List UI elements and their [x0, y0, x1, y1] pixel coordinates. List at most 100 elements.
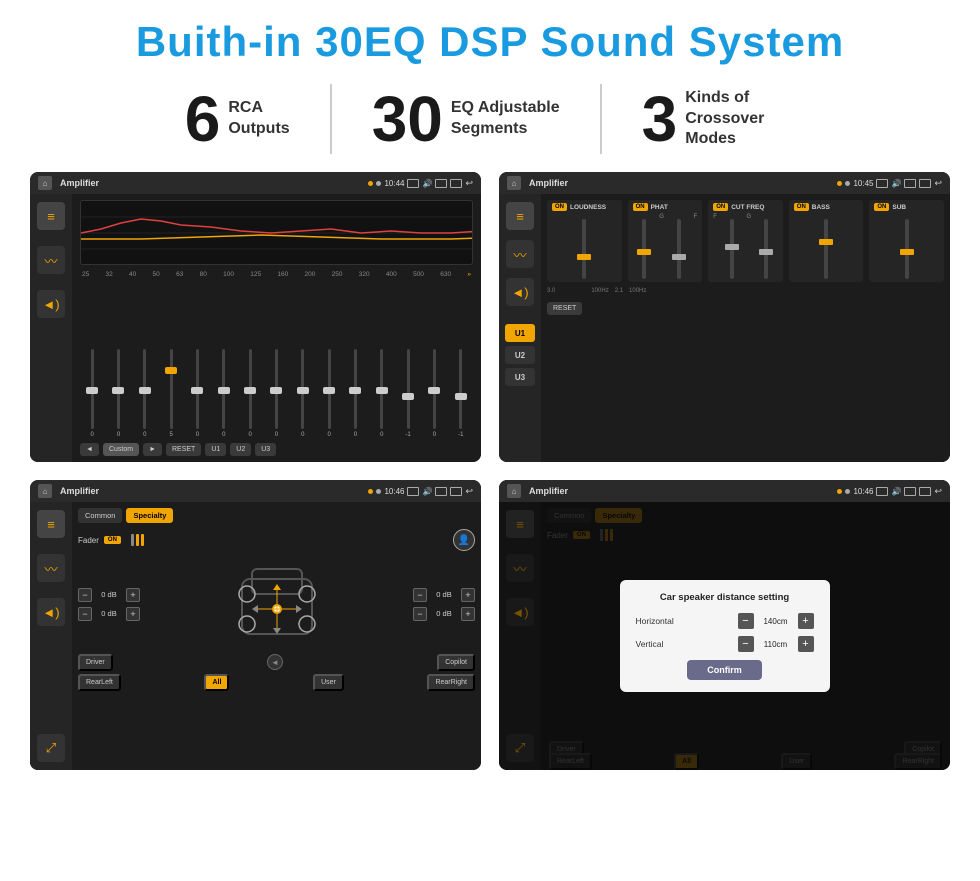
vol-row-tr: − 0 dB + [413, 588, 475, 602]
confirm-button[interactable]: Confirm [687, 660, 762, 680]
slider-thumb-2 [139, 387, 151, 394]
vol-minus-br[interactable]: − [413, 607, 427, 621]
vertical-plus-btn[interactable]: + [798, 636, 814, 652]
eq-slider-col-10[interactable]: 0 [343, 349, 367, 438]
home-icon-2[interactable]: ⌂ [507, 176, 521, 190]
window-icon-1 [450, 179, 462, 188]
eq-slider-col-7[interactable]: 0 [264, 349, 288, 438]
loudness-on-badge: ON [552, 203, 567, 211]
vol-val-br: 0 dB [430, 609, 458, 618]
loudness-header: ON LOUDNESS [552, 203, 617, 211]
back-icon-1[interactable]: ↩ [465, 178, 473, 189]
eq-slider-col-11[interactable]: 0 [370, 349, 394, 438]
home-icon-3[interactable]: ⌂ [38, 484, 52, 498]
eq-icon-3[interactable]: ≡ [37, 510, 65, 538]
u1-btn-1[interactable]: U1 [205, 443, 226, 456]
camera-icon-3 [407, 487, 419, 496]
speaker-icon-3[interactable]: ◄) [37, 598, 65, 626]
eq-slider-col-9[interactable]: 0 [317, 349, 341, 438]
speaker-icon[interactable]: ◄) [37, 290, 65, 318]
fader-controls: − 0 dB + − 0 dB + [78, 559, 475, 649]
vol-plus-br[interactable]: + [461, 607, 475, 621]
home-icon-1[interactable]: ⌂ [38, 176, 52, 190]
phat-slider2[interactable] [677, 219, 681, 279]
screen1-body: ≡ 〰 ◄) [30, 194, 481, 462]
loudness-slider[interactable] [582, 219, 586, 279]
eq-arrow[interactable]: » [467, 271, 471, 278]
wave-icon-3[interactable]: 〰 [37, 554, 65, 582]
common-tab[interactable]: Common [78, 508, 122, 523]
page-wrapper: Buith-in 30EQ DSP Sound System 6 RCAOutp… [0, 0, 980, 881]
eq-slider-col-8[interactable]: 0 [291, 349, 315, 438]
u1-sidebar-btn[interactable]: U1 [505, 324, 535, 342]
person-icon-3[interactable]: 👤 [453, 529, 475, 551]
eq-slider-col-12[interactable]: -1 [396, 349, 420, 438]
eq-slider-col-0[interactable]: 0 [80, 349, 104, 438]
eq-icon-2[interactable]: ≡ [506, 202, 534, 230]
phat-slider[interactable] [642, 219, 646, 279]
side-icons-3: ≡ 〰 ◄) ⤢ [30, 502, 72, 770]
expand-icon-3[interactable]: ⤢ [37, 734, 65, 762]
vol-minus-bl[interactable]: − [78, 607, 92, 621]
stat-desc-rca: RCAOutputs [228, 98, 289, 140]
fader-main: Common Specialty Fader ON 👤 [72, 502, 481, 770]
tab-row-3: Common Specialty [78, 508, 475, 523]
horizontal-plus-btn[interactable]: + [798, 613, 814, 629]
slider-val-2: 0 [143, 432, 146, 438]
custom-btn[interactable]: Custom [103, 443, 139, 456]
back-icon-3[interactable]: ↩ [465, 486, 473, 497]
vertical-minus-btn[interactable]: − [738, 636, 754, 652]
eq-slider-col-3[interactable]: 5 [159, 349, 183, 438]
sb-title-1: Amplifier [56, 178, 364, 188]
eq-slider-col-14[interactable]: -1 [449, 349, 473, 438]
user-btn[interactable]: User [313, 674, 344, 691]
vol-plus-tl[interactable]: + [126, 588, 140, 602]
stat-desc-eq: EQ AdjustableSegments [451, 98, 560, 140]
sub-module: ON SUB [869, 200, 944, 282]
back-icon-4[interactable]: ↩ [934, 486, 942, 497]
u2-btn-1[interactable]: U2 [230, 443, 251, 456]
play-btn[interactable]: ► [143, 443, 162, 456]
driver-btn[interactable]: Driver [78, 654, 113, 671]
speaker-icon-2[interactable]: ◄) [506, 278, 534, 306]
rearright-btn[interactable]: RearRight [427, 674, 475, 691]
eq-slider-col-13[interactable]: 0 [422, 349, 446, 438]
eq-slider-col-2[interactable]: 0 [133, 349, 157, 438]
vol-minus-tr[interactable]: − [413, 588, 427, 602]
wave-icon-2[interactable]: 〰 [506, 240, 534, 268]
left-arrow-btn[interactable]: ◄ [267, 654, 283, 670]
cutfreq-slider2[interactable] [764, 219, 768, 279]
wave-icon[interactable]: 〰 [37, 246, 65, 274]
cutfreq-slider[interactable] [730, 219, 734, 279]
eq-slider-col-5[interactable]: 0 [212, 349, 236, 438]
reset-btn-2[interactable]: RESET [547, 302, 582, 315]
eq-slider-col-1[interactable]: 0 [106, 349, 130, 438]
dialog-vertical-stepper: − 110cm + [738, 636, 814, 652]
bass-slider[interactable] [824, 219, 828, 279]
all-btn[interactable]: All [204, 674, 229, 691]
horizontal-minus-btn[interactable]: − [738, 613, 754, 629]
sub-on-badge: ON [874, 203, 889, 211]
rearleft-btn[interactable]: RearLeft [78, 674, 121, 691]
u2-sidebar-btn[interactable]: U2 [505, 346, 535, 364]
eq-slider-col-4[interactable]: 0 [185, 349, 209, 438]
screens-grid: ⌂ Amplifier 10:44 🔊 ↩ ≡ 〰 ◄) [30, 172, 950, 770]
eq-icon[interactable]: ≡ [37, 202, 65, 230]
vol-plus-bl[interactable]: + [126, 607, 140, 621]
u3-sidebar-btn[interactable]: U3 [505, 368, 535, 386]
specialty-tab[interactable]: Specialty [126, 508, 173, 523]
vol-minus-tl[interactable]: − [78, 588, 92, 602]
back-icon-2[interactable]: ↩ [934, 178, 942, 189]
eq-label-6: 100 [223, 271, 234, 278]
sub-slider[interactable] [905, 219, 909, 279]
slider-track-9 [328, 349, 331, 429]
vol-plus-tr[interactable]: + [461, 588, 475, 602]
reset-btn-1[interactable]: RESET [166, 443, 201, 456]
copilot-btn[interactable]: Copilot [437, 654, 475, 671]
dot-orange-1 [368, 181, 373, 186]
eq-slider-col-6[interactable]: 0 [238, 349, 262, 438]
home-icon-4[interactable]: ⌂ [507, 484, 521, 498]
phat-module: ON PHAT G F [628, 200, 703, 282]
u3-btn-1[interactable]: U3 [255, 443, 276, 456]
prev-btn[interactable]: ◄ [80, 443, 99, 456]
